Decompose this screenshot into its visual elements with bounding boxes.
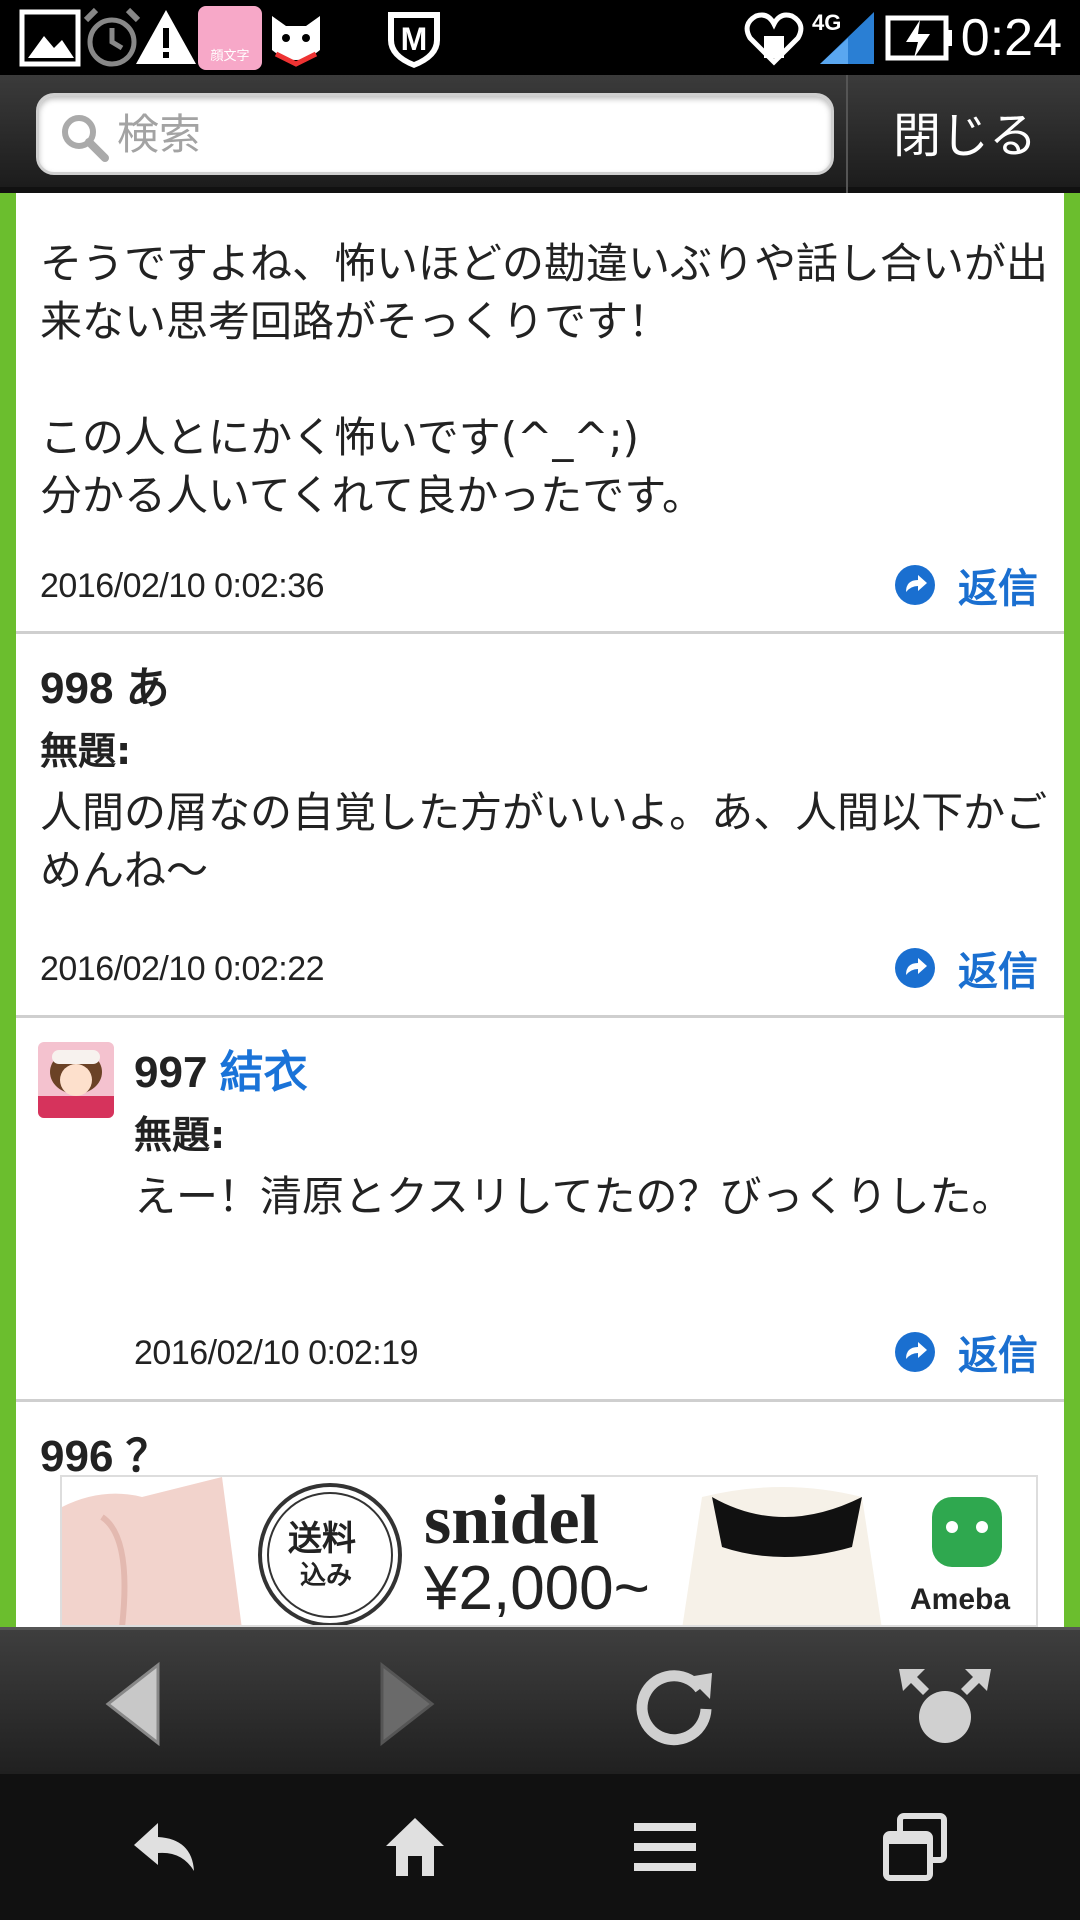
post-date: 2016/02/10 0:02:36 xyxy=(40,567,325,605)
reply-button[interactable]: 返信 xyxy=(894,1322,1038,1382)
reply-label: 返信 xyxy=(958,949,1038,995)
thread-page: そうですよね、怖いほどの勘違いぶりや話し合いが出来ない思考回路がそっくりです！ … xyxy=(16,193,1064,1627)
back-icon xyxy=(134,1823,194,1871)
header-divider xyxy=(846,75,848,193)
system-navigation-bar xyxy=(0,1774,1080,1920)
forward-arrow-icon xyxy=(380,1661,435,1746)
reload-icon xyxy=(636,1669,712,1745)
post-number: 996 xyxy=(40,1432,114,1481)
reply-label: 返信 xyxy=(958,566,1038,612)
reply-button[interactable]: 返信 xyxy=(894,938,1038,998)
shield-m-icon: M xyxy=(388,12,440,68)
svg-text:M: M xyxy=(401,21,428,57)
post-item: 997 結衣 無題: えー！清原とクスリしてたの？びっくりした。 2016/02… xyxy=(16,1018,1064,1402)
post-text: 人間の屑なの自覚した方がいいよ。あ、人間以下かごめんね〜 xyxy=(40,788,1048,895)
post-author: あ xyxy=(125,663,170,714)
battery-charging-icon xyxy=(885,15,952,61)
reply-button[interactable]: 返信 xyxy=(894,555,1038,615)
ad-banner[interactable]: 送料 込み snidel ¥2,000~ Ameba xyxy=(60,1475,1038,1627)
clock: 0:24 xyxy=(960,9,1062,67)
kaomoji-label: 顔文字 xyxy=(210,49,250,64)
post-number: 998 xyxy=(40,664,114,713)
search-icon xyxy=(62,115,109,162)
thread-content: そうですよね、怖いほどの勘違いぶりや話し合いが出来ない思考回路がそっくりです！ … xyxy=(0,193,1080,1627)
status-bar: 顔文字 M 4G 0:24 xyxy=(0,0,1080,75)
close-button[interactable]: 閉じる xyxy=(850,75,1080,187)
avatar-image xyxy=(38,1042,114,1118)
reply-arrow-icon xyxy=(895,565,935,605)
reply-arrow-icon xyxy=(895,948,935,988)
ad-badge-bottom: 込み xyxy=(300,1561,353,1591)
gallery-icon xyxy=(19,9,81,67)
post-number: 997 xyxy=(134,1048,208,1097)
post-header: 997 結衣 xyxy=(134,1036,308,1100)
post-header: 998 あ xyxy=(40,652,170,716)
post-text: えー！清原とクスリしてたの？びっくりした。 xyxy=(134,1172,1014,1221)
system-back-button[interactable] xyxy=(40,1774,290,1920)
reload-button[interactable] xyxy=(540,1630,810,1777)
ad-price: ¥2,000~ xyxy=(424,1554,650,1623)
browser-back-button[interactable] xyxy=(0,1630,270,1777)
warning-icon xyxy=(136,10,196,64)
kaomoji-app-icon: 顔文字 xyxy=(198,6,262,70)
browser-forward-button[interactable] xyxy=(270,1630,540,1777)
share-button[interactable] xyxy=(810,1630,1080,1777)
ad-sponsor: Ameba xyxy=(910,1583,1011,1616)
reply-label: 返信 xyxy=(958,1333,1038,1379)
back-arrow-icon xyxy=(105,1661,160,1746)
ad-badge-top: 送料 xyxy=(288,1519,356,1559)
system-home-button[interactable] xyxy=(290,1774,540,1920)
home-icon xyxy=(386,1818,444,1876)
search-header: 閉じる xyxy=(0,75,1080,193)
post-title: 無題: xyxy=(40,729,132,773)
system-recent-apps-button[interactable] xyxy=(790,1774,1040,1920)
post-date: 2016/02/10 0:02:22 xyxy=(40,950,325,988)
heart-notification-icon xyxy=(744,12,804,66)
post-text: そうですよね、怖いほどの勘違いぶりや話し合いが出来ない思考回路がそっくりです！ … xyxy=(40,239,1049,520)
post-title: 無題: xyxy=(134,1113,226,1157)
menu-icon xyxy=(634,1823,696,1871)
post-item: そうですよね、怖いほどの勘違いぶりや話し合いが出来ない思考回路がそっくりです！ … xyxy=(16,193,1064,634)
avatar[interactable] xyxy=(38,1042,114,1118)
share-icon xyxy=(899,1668,991,1743)
dog-app-icon xyxy=(272,16,320,67)
post-date: 2016/02/10 0:02:19 xyxy=(134,1334,419,1372)
search-input[interactable] xyxy=(117,96,817,172)
post-item: 998 あ 無題: 人間の屑なの自覚した方がいいよ。あ、人間以下かごめんね〜 2… xyxy=(16,634,1064,1018)
post-author-link[interactable]: 結衣 xyxy=(220,1047,308,1098)
search-box[interactable] xyxy=(36,93,834,175)
recent-apps-icon xyxy=(883,1813,947,1881)
ad-brand: snidel xyxy=(424,1482,600,1559)
reply-arrow-icon xyxy=(895,1332,935,1372)
browser-toolbar xyxy=(0,1627,1080,1774)
system-menu-button[interactable] xyxy=(540,1774,790,1920)
signal-icon xyxy=(820,12,874,64)
